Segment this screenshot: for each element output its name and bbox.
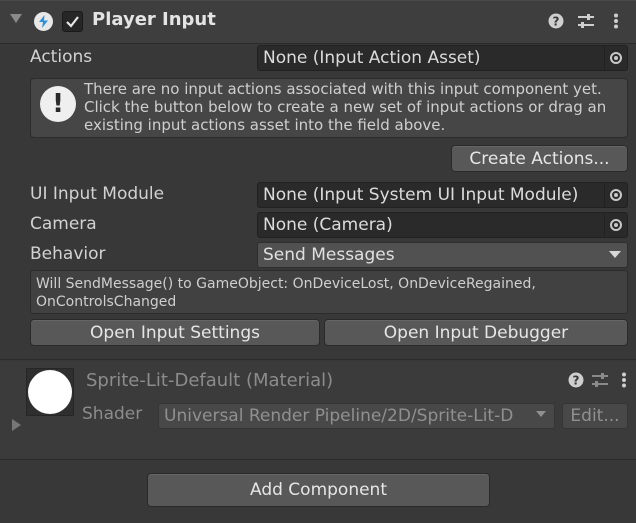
behavior-value: Send Messages bbox=[263, 245, 395, 265]
material-presets-icon[interactable] bbox=[590, 370, 610, 390]
component-title: Player Input bbox=[92, 9, 216, 30]
bottom-divider bbox=[0, 459, 636, 460]
add-component-button[interactable]: Add Component bbox=[147, 473, 490, 507]
help-icon[interactable]: ? bbox=[546, 11, 566, 31]
ui-input-module-picker-icon[interactable] bbox=[604, 183, 626, 207]
open-input-settings-button[interactable]: Open Input Settings bbox=[30, 319, 320, 346]
material-menu-icon[interactable] bbox=[614, 370, 634, 390]
presets-icon[interactable] bbox=[576, 11, 596, 31]
behavior-dropdown[interactable]: Send Messages bbox=[257, 242, 628, 268]
svg-text:?: ? bbox=[553, 15, 560, 29]
camera-picker-icon[interactable] bbox=[604, 213, 626, 237]
open-input-debugger-button[interactable]: Open Input Debugger bbox=[324, 319, 628, 346]
ui-input-module-label: UI Input Module bbox=[30, 184, 165, 204]
context-menu-icon[interactable] bbox=[606, 11, 626, 31]
shader-dropdown[interactable]: Universal Render Pipeline/2D/Sprite-Lit-… bbox=[158, 403, 555, 429]
camera-value: None (Camera) bbox=[263, 215, 393, 235]
ui-input-module-value: None (Input System UI Input Module) bbox=[263, 185, 579, 205]
camera-label: Camera bbox=[30, 214, 97, 234]
shader-value: Universal Render Pipeline/2D/Sprite-Lit-… bbox=[164, 406, 514, 426]
help-message: There are no input actions associated wi… bbox=[84, 80, 607, 134]
actions-field[interactable]: None (Input Action Asset) bbox=[257, 45, 628, 71]
component-enabled-checkbox[interactable] bbox=[62, 11, 83, 32]
behavior-info-text: Will SendMessage() to GameObject: OnDevi… bbox=[36, 276, 536, 310]
edit-shader-button[interactable]: Edit... bbox=[562, 403, 628, 429]
camera-field[interactable]: None (Camera) bbox=[257, 212, 628, 238]
foldout-arrow-icon[interactable] bbox=[10, 14, 22, 23]
material-title: Sprite-Lit-Default (Material) bbox=[86, 370, 334, 391]
actions-object-picker-icon[interactable] bbox=[604, 46, 626, 70]
svg-text:?: ? bbox=[573, 374, 580, 388]
player-input-icon bbox=[34, 12, 53, 31]
shader-label: Shader bbox=[82, 404, 143, 424]
shader-dropdown-arrow-icon bbox=[536, 411, 546, 417]
expand-material-icon[interactable] bbox=[12, 419, 21, 431]
material-preview bbox=[26, 368, 74, 416]
dropdown-arrow-icon bbox=[609, 251, 621, 258]
warning-icon: ! bbox=[40, 86, 76, 122]
section-divider bbox=[0, 359, 636, 360]
create-actions-button[interactable]: Create Actions... bbox=[451, 145, 628, 172]
actions-label: Actions bbox=[30, 47, 93, 67]
behavior-label: Behavior bbox=[30, 244, 106, 264]
material-help-icon[interactable]: ? bbox=[566, 370, 586, 390]
ui-input-module-field[interactable]: None (Input System UI Input Module) bbox=[257, 182, 628, 208]
actions-value: None (Input Action Asset) bbox=[263, 48, 481, 68]
